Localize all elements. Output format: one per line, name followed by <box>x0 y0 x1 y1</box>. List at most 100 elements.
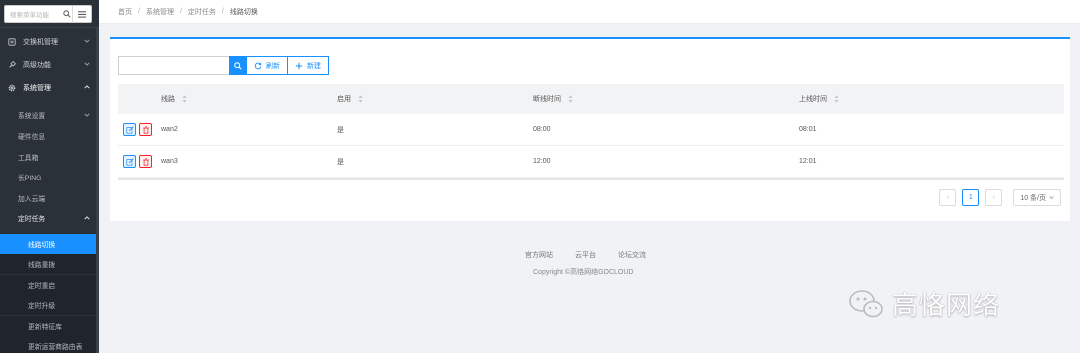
cell-line: wan2 <box>161 126 178 133</box>
sidebar-item-join-cloud[interactable]: 加入云端 <box>0 188 99 208</box>
chevron-up-icon <box>84 85 90 89</box>
header-offline-time[interactable]: 断线时间 <box>533 94 799 104</box>
edit-button[interactable] <box>123 123 136 136</box>
sidebar-item-label: 更新运营商路由表 <box>28 344 83 351</box>
sidebar-item-toolbox[interactable]: 工具箱 <box>0 147 99 167</box>
new-label: 新建 <box>307 62 321 70</box>
breadcrumb-current: 线路切换 <box>229 8 258 16</box>
sidebar-item-label: 线路重拨 <box>28 262 56 269</box>
sidebar-item-update-isp-routes[interactable]: 更新运营商路由表 <box>0 336 99 353</box>
hamburger-icon <box>78 10 86 18</box>
sidebar-item-scheduled-reboot[interactable]: 定时重启 <box>0 275 99 295</box>
sidebar-item-update-signatures[interactable]: 更新特征库 <box>0 316 99 336</box>
cell-offline-time: 08:00 <box>533 126 551 133</box>
cell-line: wan3 <box>161 158 178 165</box>
refresh-label: 刷新 <box>266 62 280 70</box>
switch-icon <box>8 38 20 46</box>
sidebar-item-label: 交换机管理 <box>23 39 58 46</box>
footer-links: 官方网站 云平台 论坛交流 <box>525 250 668 260</box>
sidebar-item-line-switch[interactable]: 线路切换 <box>0 234 99 254</box>
breadcrumb-separator: / <box>179 8 182 15</box>
prev-page-button[interactable]: ‹ <box>939 189 957 206</box>
breadcrumb: 首页 / 系统管理 / 定时任务 / 线路切换 <box>99 0 1080 24</box>
menu-search[interactable]: 搜索菜单功能 <box>4 5 92 23</box>
next-page-button[interactable]: › <box>985 189 1003 206</box>
breadcrumb-separator: / <box>138 8 140 15</box>
breadcrumb-home[interactable]: 首页 <box>118 7 132 17</box>
cell-offline-time: 12:00 <box>533 158 551 165</box>
footer-link-official-site[interactable]: 官方网站 <box>525 250 553 260</box>
delete-button[interactable] <box>139 155 152 168</box>
sort-icon[interactable] <box>358 95 363 103</box>
refresh-icon <box>254 62 262 70</box>
sort-icon[interactable] <box>834 95 839 103</box>
plus-icon <box>295 62 303 70</box>
cell-online-time: 12:01 <box>799 158 817 165</box>
sidebar-item-label: 定时重启 <box>28 283 56 290</box>
breadcrumb-system-management[interactable]: 系统管理 <box>146 7 174 17</box>
refresh-button[interactable]: 刷新 <box>246 56 288 75</box>
sidebar-item-label: 系统管理 <box>23 85 51 92</box>
search-input[interactable] <box>118 56 229 75</box>
header-line-label: 线路 <box>161 96 175 103</box>
copyright-owner: 高恪网络GOCLOUD <box>570 269 634 276</box>
edit-icon <box>125 125 134 134</box>
search-icon <box>233 61 242 70</box>
header-enabled[interactable]: 启用 <box>337 94 533 104</box>
chevron-down-icon <box>84 39 90 43</box>
breadcrumb-scheduled-tasks[interactable]: 定时任务 <box>188 7 216 17</box>
row-actions <box>118 123 161 136</box>
sidebar-item-long-ping[interactable]: 长PING <box>0 167 99 187</box>
sidebar-item-label: 高级功能 <box>23 62 51 69</box>
sort-icon[interactable] <box>182 95 187 103</box>
sidebar-item-label: 定时任务 <box>18 216 46 223</box>
sidebar-item-system-management[interactable]: 系统管理 <box>0 78 99 98</box>
table-row: wan3 是 12:00 12:01 <box>118 146 1064 178</box>
sidebar-item-switch-management[interactable]: 交换机管理 <box>0 32 99 52</box>
footer-link-cloud-platform[interactable]: 云平台 <box>575 250 596 260</box>
chevron-down-icon <box>84 62 90 66</box>
chevron-down-icon <box>1049 196 1054 199</box>
search-icon[interactable] <box>61 8 72 20</box>
edit-button[interactable] <box>123 155 136 168</box>
page-size-select[interactable]: 10 条/页 <box>1013 189 1061 206</box>
table-header: 线路 启用 断线时间 上线时间 <box>118 84 1064 114</box>
cell-enabled: 是 <box>337 158 344 166</box>
menu-toggle-button[interactable] <box>72 6 91 22</box>
sidebar-item-scheduled-tasks[interactable]: 定时任务 <box>0 208 99 228</box>
sidebar-item-scheduled-upgrade[interactable]: 定时升级 <box>0 295 99 315</box>
header-online-time[interactable]: 上线时间 <box>799 94 1064 104</box>
cell-enabled: 是 <box>337 126 344 134</box>
pagination: ‹ 1 › 10 条/页 <box>933 189 1061 206</box>
sidebar-item-label: 工具箱 <box>18 155 39 162</box>
watermark: 高恪网络 <box>848 285 1000 322</box>
search-button[interactable] <box>229 56 246 75</box>
sidebar-item-line-redial[interactable]: 线路重拨 <box>0 254 99 274</box>
watermark-text: 高恪网络 <box>892 291 1001 321</box>
header-offline-time-label: 断线时间 <box>533 96 561 103</box>
delete-button[interactable] <box>139 123 152 136</box>
table-scrollbar[interactable] <box>118 178 1064 180</box>
sidebar-item-system-settings[interactable]: 系统设置 <box>0 105 99 125</box>
header-line[interactable]: 线路 <box>161 94 337 104</box>
copyright: Copyright ©高恪网络GOCLOUD <box>533 267 634 277</box>
sidebar-item-advanced[interactable]: 高级功能 <box>0 55 99 75</box>
sidebar-item-hardware-info[interactable]: 硬件信息 <box>0 126 99 146</box>
page-number-button[interactable]: 1 <box>962 189 980 206</box>
plug-icon <box>8 61 20 69</box>
sidebar-item-label: 更新特征库 <box>28 324 62 331</box>
sort-icon[interactable] <box>568 95 573 103</box>
sidebar-scrollbar[interactable] <box>96 28 99 353</box>
content-panel: 刷新 新建 线路 启用 断线时间 上线时间 wan2 是 08:00 08:01… <box>110 37 1070 221</box>
chevron-down-icon <box>84 113 90 117</box>
trash-icon <box>142 125 149 134</box>
sidebar-item-label: 硬件信息 <box>18 134 46 141</box>
footer-link-forum[interactable]: 论坛交流 <box>618 250 646 260</box>
edit-icon <box>125 157 134 166</box>
header-enabled-label: 启用 <box>337 96 351 103</box>
toolbar: 刷新 新建 <box>118 56 329 75</box>
menu-search-input[interactable]: 搜索菜单功能 <box>5 9 61 19</box>
cell-online-time: 08:01 <box>799 126 817 133</box>
new-button[interactable]: 新建 <box>288 56 329 75</box>
copyright-prefix: Copyright <box>533 269 563 276</box>
